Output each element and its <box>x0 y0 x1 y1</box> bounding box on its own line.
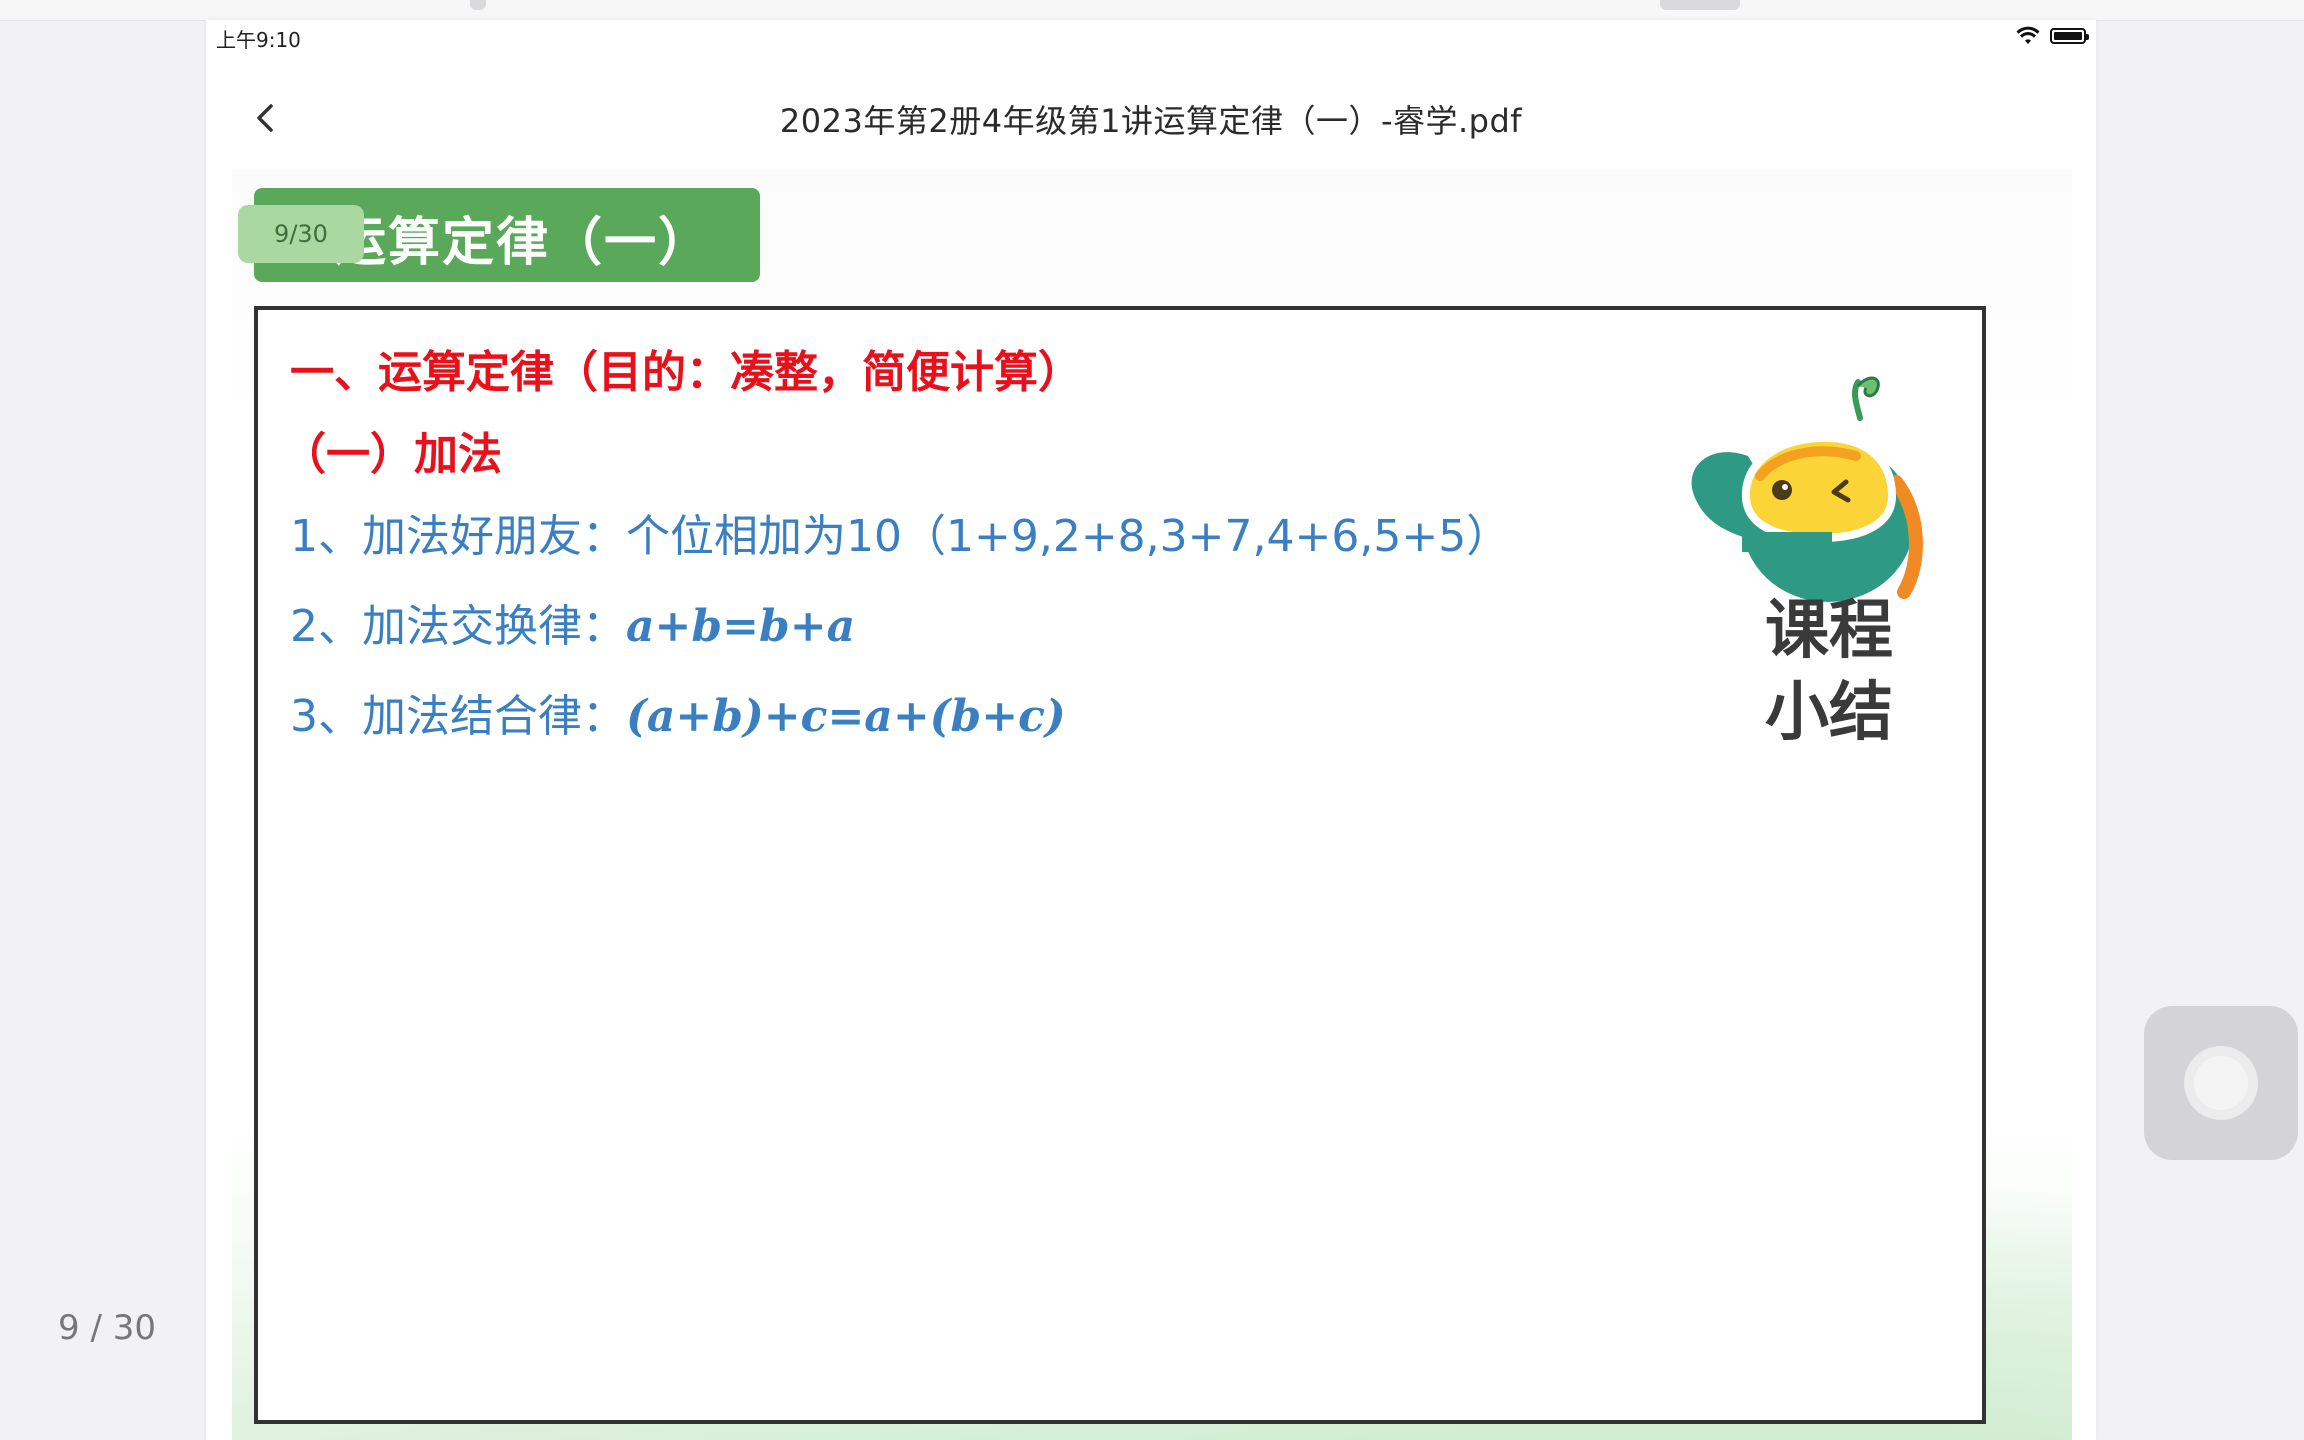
list-item: 3、加法结合律：(a+b)+c=a+(b+c) <box>290 680 1066 744</box>
page-counter-badge: 9/30 <box>238 205 364 263</box>
wifi-icon <box>2016 26 2040 46</box>
item-label: 2、加法交换律： <box>290 601 626 652</box>
item-formula: (a+b)+c=a+(b+c) <box>626 691 1066 742</box>
summary-line: 课程 <box>1765 594 1893 668</box>
tab-marker <box>1660 0 1740 10</box>
item-label: 3、加法结合律： <box>290 691 626 742</box>
nav-bar: 2023年第2册4年级第1讲运算定律（一）-睿学.pdf <box>206 70 2096 166</box>
summary-label: 课程 小结 <box>1754 590 1904 754</box>
status-time: 上午9:10 <box>216 28 301 52</box>
tab-marker <box>470 0 486 10</box>
pdf-page[interactable]: 运算定律（一） 9/30 一、运算定律（目的：凑整，简便计算） （一）加法 1、… <box>232 170 2072 1440</box>
content-frame: 一、运算定律（目的：凑整，简便计算） （一）加法 1、加法好朋友：个位相加为10… <box>254 306 1986 1424</box>
assistive-touch-dot <box>2194 1056 2248 1110</box>
section-heading: 一、运算定律（目的：凑整，简便计算） <box>290 347 1082 398</box>
top-strip <box>0 0 2304 21</box>
list-item: 2、加法交换律：a+b=b+a <box>290 590 855 654</box>
battery-icon <box>2050 28 2089 44</box>
list-item: 1、加法好朋友：个位相加为10（1+9,2+8,3+7,4+6,5+5） <box>290 500 1510 564</box>
item-label: 1、加法好朋友：个位相加为10（1+9,2+8,3+7,4+6,5+5） <box>290 511 1511 562</box>
device-screen: 上午9:10 2023年第2册4年级第1讲运算定律（一）-睿学.pdf 运算定律… <box>206 20 2096 1440</box>
subsection-heading: （一）加法 <box>282 429 502 480</box>
item-formula: a+b=b+a <box>626 601 856 652</box>
chevron-left-icon[interactable] <box>244 96 288 140</box>
status-icons <box>2016 24 2089 48</box>
summary-line: 小结 <box>1765 676 1893 750</box>
assistive-touch-button[interactable] <box>2144 1006 2298 1160</box>
document-title: 2023年第2册4年级第1讲运算定律（一）-睿学.pdf <box>779 102 1523 140</box>
banner-title: 运算定律（一） <box>334 213 713 273</box>
page-indicator: 9 / 30 <box>58 1308 156 1348</box>
